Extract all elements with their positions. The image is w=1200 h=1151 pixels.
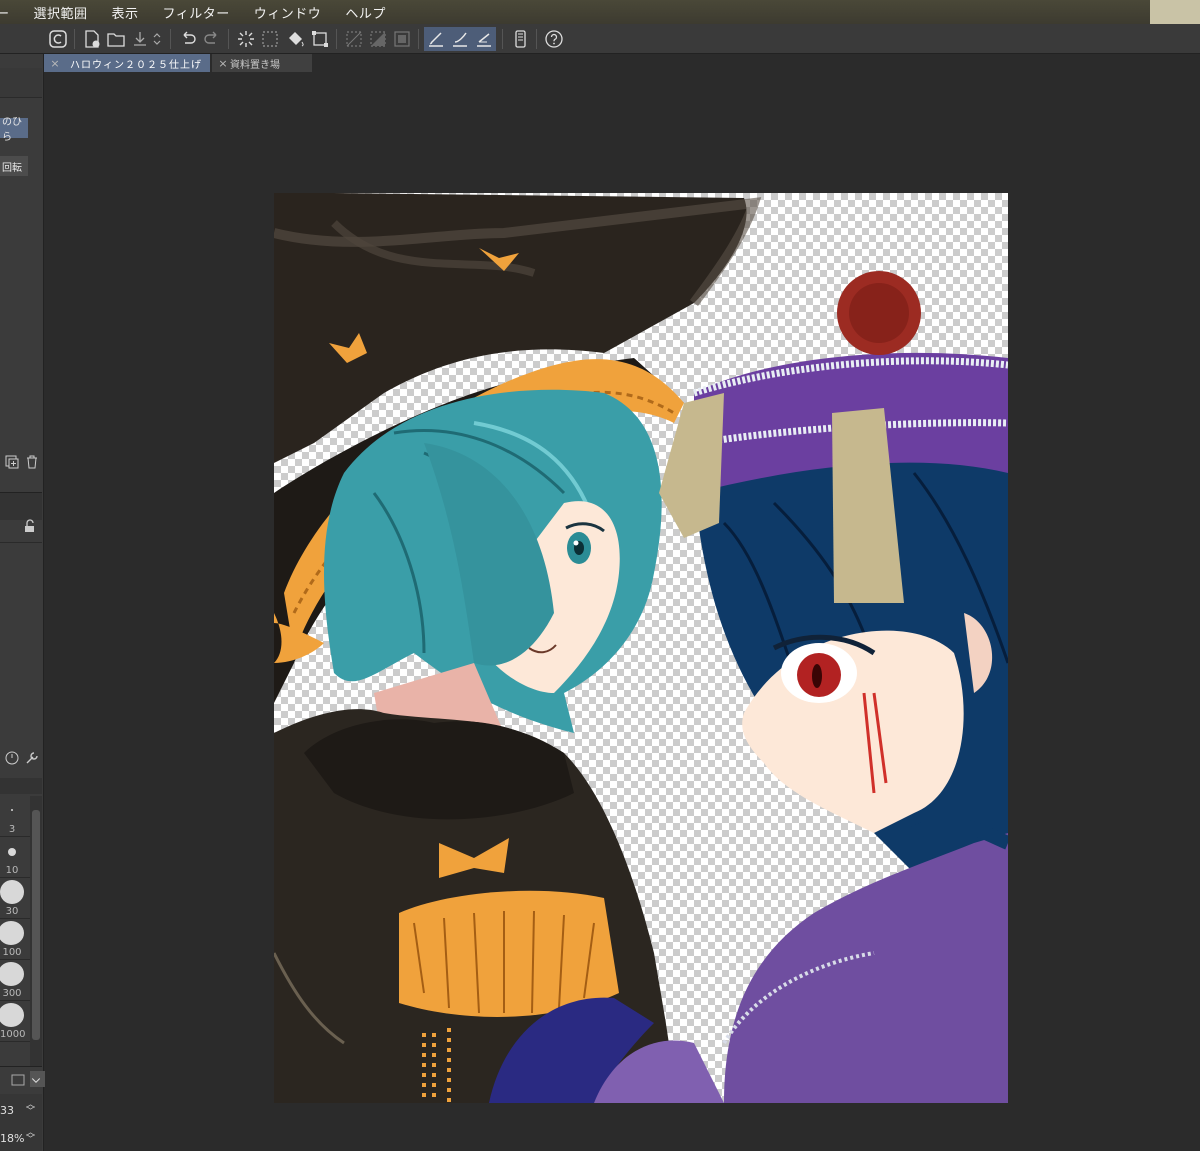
loading-icon[interactable] (234, 27, 258, 51)
brush-size-item[interactable]: 30 (0, 878, 30, 919)
artwork-canvas[interactable] (274, 193, 1008, 1103)
save-options-icon[interactable] (150, 27, 164, 51)
wrench-icon[interactable] (24, 750, 40, 766)
menu-bar: ー 選択範囲 表示 フィルター ウィンドウ ヘルプ (0, 0, 1200, 24)
tab-halloween[interactable]: × ハロウィン２０２５仕上げ (44, 54, 210, 72)
tab-close-icon[interactable]: × (216, 57, 230, 70)
canvas-area[interactable] (45, 72, 1200, 1151)
tool-property-area: 33 ︿ ﹀ 18% ︿ ﹀ (0, 1094, 42, 1151)
pumpkin-corset (399, 890, 619, 1017)
menu-item-view[interactable]: 表示 (100, 3, 151, 22)
fill-icon[interactable] (284, 27, 308, 51)
brush-panel-icon[interactable] (10, 1071, 26, 1087)
lock-icon[interactable] (22, 518, 38, 534)
halloween-illustration (274, 193, 1008, 1103)
chevron-down-icon[interactable] (30, 1071, 46, 1087)
menu-item-filter[interactable]: フィルター (151, 3, 242, 22)
brush-list-scrollbar[interactable] (30, 796, 42, 1066)
redo-icon[interactable] (200, 27, 224, 51)
rotate-tool-button[interactable]: 回転 (0, 156, 28, 176)
brush-size-item[interactable]: 100 (0, 919, 30, 960)
select-all-icon[interactable] (258, 27, 282, 51)
brush-size-value[interactable]: 33 (0, 1104, 14, 1117)
stepper-icon[interactable]: ︿ ﹀ (26, 1129, 35, 1145)
brush-size-item[interactable]: 300 (0, 960, 30, 1001)
tab-label: 資料置き場 (230, 59, 280, 71)
clear-icon[interactable] (366, 27, 390, 51)
crop-icon[interactable] (390, 27, 414, 51)
document-tab-bar: × ハロウィン２０２５仕上げ × 資料置き場 (44, 54, 1200, 72)
stepper-icon[interactable]: ︿ ﹀ (26, 1101, 35, 1117)
toolbar (0, 24, 1200, 54)
undo-icon[interactable] (176, 27, 200, 51)
clock-icon[interactable] (4, 750, 20, 766)
trash-icon[interactable] (24, 454, 40, 470)
clip-studio-icon[interactable] (46, 27, 70, 51)
save-icon[interactable] (128, 27, 152, 51)
panel-header (0, 68, 42, 98)
menu-item-selection[interactable]: 選択範囲 (22, 3, 100, 22)
open-folder-icon[interactable] (104, 27, 128, 51)
tab-close-icon[interactable]: × (48, 57, 62, 70)
opacity-value[interactable]: 18% (0, 1132, 24, 1145)
purple-coat (724, 833, 1008, 1103)
pen-tool-icon[interactable] (424, 27, 448, 51)
menubar-right-area (1150, 0, 1200, 24)
clear-outside-icon[interactable] (342, 27, 366, 51)
hand-tool-button[interactable]: のひら (0, 117, 28, 143)
menu-item-window[interactable]: ウィンドウ (242, 3, 334, 22)
brush-tool-icon[interactable] (448, 27, 472, 51)
left-panel: のひら 回転 3 10 30 100 300 1000 33 ︿ ﹀ 18% ︿… (0, 54, 46, 1151)
brush-size-item[interactable]: 3 (0, 796, 30, 837)
brush-size-item[interactable]: 1000 (0, 1001, 30, 1042)
tab-label: ハロウィン２０２５仕上げ (70, 59, 202, 71)
add-layer-icon[interactable] (4, 454, 20, 470)
menu-item-layer[interactable]: ー (0, 3, 22, 22)
panel-header (0, 492, 42, 520)
smartphone-icon[interactable] (508, 27, 532, 51)
brush-size-item[interactable]: 10 (0, 837, 30, 878)
eraser-tool-icon[interactable] (472, 27, 496, 51)
transform-icon[interactable] (308, 27, 332, 51)
tab-reference[interactable]: × 資料置き場 (212, 54, 312, 72)
brush-size-list: 3 10 30 100 300 1000 (0, 796, 30, 1044)
help-icon[interactable] (542, 27, 566, 51)
new-file-icon[interactable] (80, 27, 104, 51)
menu-item-help[interactable]: ヘルプ (333, 3, 398, 22)
